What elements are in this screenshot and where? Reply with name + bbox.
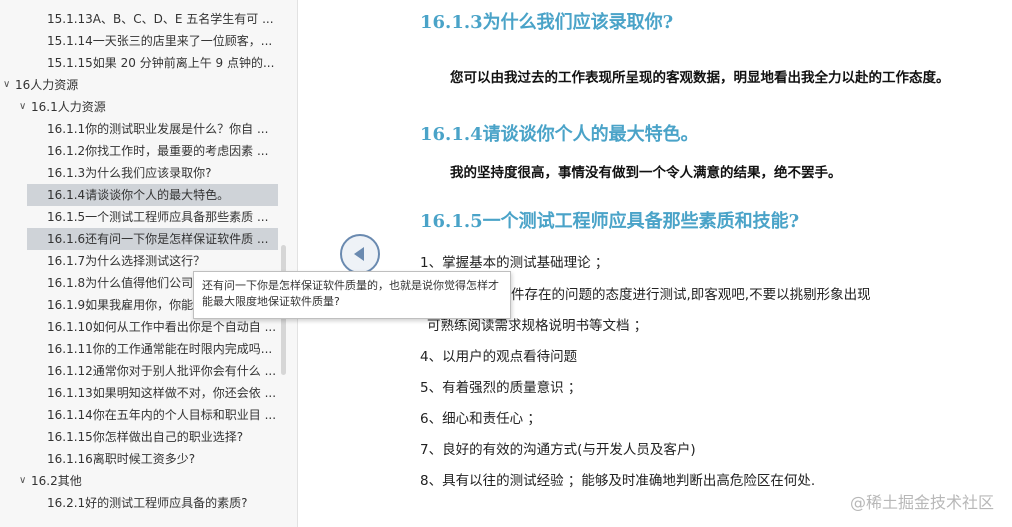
toc-item[interactable]: 16.1.6还有问一下你是怎样保证软件质 ... <box>27 228 278 250</box>
toc-item-label: 16.1.11你的工作通常能在时限内完成吗... <box>47 342 273 356</box>
collapse-sidebar-button[interactable] <box>340 234 380 274</box>
toc-item-label: 15.1.14一天张三的店里来了一位顾客，... <box>47 34 273 48</box>
toc-item[interactable]: 16.1.7为什么选择测试这行？ <box>0 250 278 272</box>
paragraph-16-1-3: 您可以由我过去的工作表现所呈现的客观数据，明显地看出我全力以赴的工作态度。 <box>450 70 950 86</box>
list-item-1: 1、掌握基本的测试基础理论 ； <box>420 255 609 271</box>
toc-item[interactable]: 16.1.11你的工作通常能在时限内完成吗... <box>0 338 278 360</box>
paragraph-16-1-4: 我的坚持度很高，事情没有做到一个令人满意的结果，绝不罢手。 <box>450 165 842 181</box>
toc-item-label: 16.1.12通常你对于别人批评你会有什么 ... <box>47 364 277 378</box>
chevron-down-icon[interactable]: ∨ <box>19 470 26 492</box>
toc-item[interactable]: 16.1.15你怎样做出自己的职业选择? <box>0 426 278 448</box>
toc-item-label: 16.1.7为什么选择测试这行？ <box>47 254 206 268</box>
toc-item-label: 16.1.2你找工作时，最重要的考虑因素 ... <box>47 144 269 158</box>
toc-item-label: 16.1.14你在五年内的个人目标和职业目 ... <box>47 408 277 422</box>
toc-item-label: 16.1.13如果明知这样做不对，你还会依 ... <box>47 386 277 400</box>
triangle-left-icon <box>354 247 364 261</box>
toc-list: 15.1.13A、B、C、D、E 五名学生有可 ... 15.1.14一天张三的店… <box>0 0 297 514</box>
toc-item-label: 16.1.5一个测试工程师应具备那些素质 ... <box>47 210 269 224</box>
toc-item[interactable]: 16.1.2你找工作时，最重要的考虑因素 ... <box>0 140 278 162</box>
document-content: 16.1.3为什么我们应该录取你? 您可以由我过去的工作表现所呈现的客观数据，明… <box>420 0 1012 527</box>
toc-item[interactable]: 16.1.4请谈谈你个人的最大特色。 <box>27 184 278 206</box>
heading-16-1-4: 16.1.4请谈谈你个人的最大特色。 <box>420 124 699 145</box>
toc-item[interactable]: ∨ 16.2其他 <box>0 470 297 492</box>
toc-item-label: 16.1人力资源 <box>31 100 106 114</box>
toc-item[interactable]: 16.1.3为什么我们应该录取你? <box>0 162 278 184</box>
toc-item-label: 16.1.4请谈谈你个人的最大特色。 <box>47 188 230 202</box>
chevron-down-icon[interactable]: ∨ <box>19 96 26 118</box>
chevron-down-icon[interactable]: ∨ <box>3 74 10 96</box>
toc-item-label: 16.1.10如何从工作中看出你是个自动自 ... <box>47 320 277 334</box>
toc-item-label: 16.2.1好的测试工程师应具备的素质? <box>47 496 248 510</box>
toc-item-label: 16.1.3为什么我们应该录取你? <box>47 166 212 180</box>
toc-item-label: 15.1.13A、B、C、D、E 五名学生有可 ... <box>47 12 274 26</box>
watermark-text: @稀土掘金技术社区 <box>849 493 994 512</box>
toc-item-label: 15.1.15如果 20 分钟前离上午 9 点钟的... <box>47 56 275 70</box>
toc-item-label: 16.2其他 <box>31 474 82 488</box>
toc-item[interactable]: 16.2.1好的测试工程师应具备的素质? <box>0 492 278 514</box>
watermark: @稀土掘金技术社区 <box>850 489 994 513</box>
toc-item[interactable]: 16.1.13如果明知这样做不对，你还会依 ... <box>0 382 278 404</box>
toc-item[interactable]: 15.1.15如果 20 分钟前离上午 9 点钟的... <box>0 52 278 74</box>
toc-item[interactable]: 16.1.1你的测试职业发展是什么？你自 ... <box>0 118 278 140</box>
list-item-6: 6、细心和责任心 ； <box>420 411 541 427</box>
list-item-4: 4、以用户的观点看待问题 <box>420 349 578 365</box>
toc-item-label: 16.1.6还有问一下你是怎样保证软件质 ... <box>47 232 269 246</box>
toc-item-label: 16.1.1你的测试职业发展是什么？你自 ... <box>47 122 269 136</box>
toc-item[interactable]: 15.1.13A、B、C、D、E 五名学生有可 ... <box>0 8 278 30</box>
toc-item-label: 16.1.15你怎样做出自己的职业选择? <box>47 430 244 444</box>
toc-item[interactable]: ∨ 16人力资源 <box>0 74 297 96</box>
heading-16-1-3: 16.1.3为什么我们应该录取你? <box>420 12 674 33</box>
list-item-8: 8、具有以往的测试经验 ；能够及时准确地判断出高危险区在何处. <box>420 473 816 489</box>
toc-item[interactable]: 16.1.14你在五年内的个人目标和职业目 ... <box>0 404 278 426</box>
list-item-5: 5、有着强烈的质量意识 ； <box>420 380 582 396</box>
toc-item[interactable]: ∨ 16.1人力资源 <box>0 96 297 118</box>
toc-tooltip: 还有问一下你是怎样保证软件质量的，也就是说你觉得怎样才能最大限度地保证软件质量? <box>193 271 511 319</box>
list-item-7: 7、良好的有效的沟通方式(与开发人员及客户) <box>420 442 696 458</box>
toc-item[interactable]: 16.1.10如何从工作中看出你是个自动自 ... <box>0 316 278 338</box>
toc-item[interactable]: 16.1.12通常你对于别人批评你会有什么 ... <box>0 360 278 382</box>
toc-item[interactable]: 16.1.5一个测试工程师应具备那些素质 ... <box>0 206 278 228</box>
toc-item[interactable]: 16.1.16离职时候工资多少? <box>0 448 278 470</box>
list-item-2: 件存在的问题的态度进行测试,即客观吧,不要以挑剔形象出现 <box>511 287 871 303</box>
toc-item[interactable]: 15.1.14一天张三的店里来了一位顾客，... <box>0 30 278 52</box>
heading-16-1-5: 16.1.5一个测试工程师应具备那些素质和技能? <box>420 211 800 232</box>
toc-item-label: 16人力资源 <box>15 78 79 92</box>
toc-item-label: 16.1.16离职时候工资多少? <box>47 452 196 466</box>
toc-sidebar: 15.1.13A、B、C、D、E 五名学生有可 ... 15.1.14一天张三的店… <box>0 0 298 527</box>
